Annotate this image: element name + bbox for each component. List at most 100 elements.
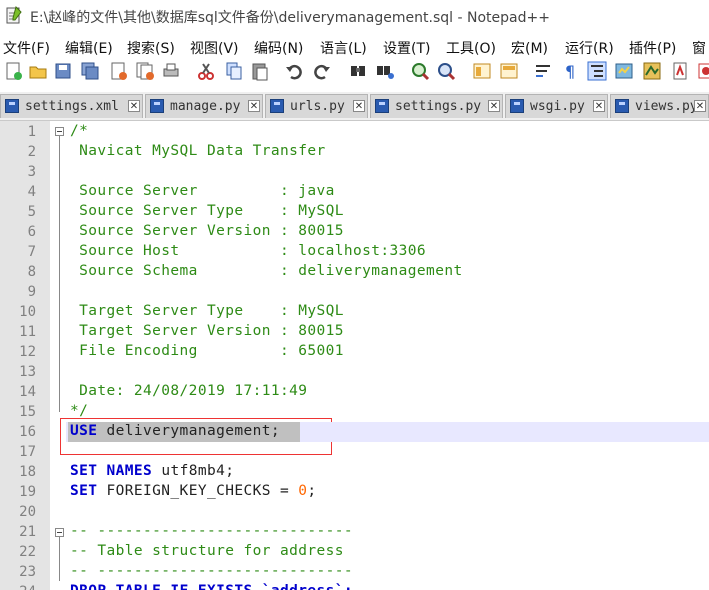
- menu-item-0[interactable]: 文件(F): [3, 38, 50, 58]
- menu-item-3[interactable]: 视图(V): [190, 38, 239, 58]
- toolbar: ¶: [0, 58, 709, 88]
- code-text: SET NAMES utf8mb4;: [70, 463, 234, 479]
- line-number: 10: [19, 304, 36, 320]
- print-icon[interactable]: [161, 61, 181, 81]
- line-number: 17: [19, 444, 36, 460]
- menu-item-5[interactable]: 语言(L): [320, 38, 367, 58]
- sync-horizontal-icon[interactable]: [499, 61, 519, 81]
- code-token: DROP TABLE IF EXISTS `address`;: [70, 583, 353, 590]
- code-line[interactable]: 9: [0, 282, 709, 302]
- indent-guide-icon[interactable]: [587, 61, 607, 81]
- code-token: Navicat MySQL Data Transfer: [70, 143, 326, 159]
- menu-item-2[interactable]: 搜索(S): [127, 38, 175, 58]
- line-number: 15: [19, 404, 36, 420]
- menu-item-9[interactable]: 运行(R): [565, 38, 614, 58]
- cut-icon[interactable]: [196, 61, 216, 81]
- tab-close-icon[interactable]: ✕: [248, 100, 260, 112]
- show-all-chars-icon[interactable]: ¶: [560, 61, 580, 81]
- code-text: Navicat MySQL Data Transfer: [70, 143, 326, 159]
- find-icon[interactable]: [348, 61, 368, 81]
- code-text: -- ----------------------------: [70, 563, 353, 579]
- code-line[interactable]: 5 Source Server Type : MySQL: [0, 202, 709, 222]
- code-line[interactable]: 23 -- ----------------------------: [0, 562, 709, 582]
- new-file-icon[interactable]: [3, 61, 23, 81]
- zoom-out-icon[interactable]: [436, 61, 456, 81]
- save-icon[interactable]: [53, 61, 73, 81]
- replace-icon[interactable]: [375, 61, 395, 81]
- code-line[interactable]: 15 */: [0, 402, 709, 422]
- code-line[interactable]: 16 USE deliverymanagement;: [0, 422, 709, 442]
- doc-map-icon[interactable]: [614, 61, 634, 81]
- tab-5[interactable]: views.py ✕: [610, 94, 709, 118]
- open-file-icon[interactable]: [28, 61, 48, 81]
- tab-label: settings.xml: [25, 99, 119, 114]
- code-line[interactable]: 11 Target Server Version : 80015: [0, 322, 709, 342]
- code-line[interactable]: 18 SET NAMES utf8mb4;: [0, 462, 709, 482]
- save-all-icon[interactable]: [80, 61, 100, 81]
- close-all-icon[interactable]: [135, 61, 155, 81]
- code-token: Source Schema : deliverymanagement: [70, 263, 463, 279]
- fold-collapse-icon[interactable]: [55, 127, 64, 136]
- code-token: USE: [70, 423, 98, 439]
- code-line[interactable]: 1 /*: [0, 122, 709, 142]
- sync-vertical-icon[interactable]: [472, 61, 492, 81]
- code-token: utf8mb4;: [152, 463, 235, 479]
- fold-collapse-icon[interactable]: [55, 528, 64, 537]
- menu-item-11[interactable]: 窗: [692, 38, 706, 58]
- menu-item-10[interactable]: 插件(P): [629, 38, 676, 58]
- close-icon[interactable]: [108, 61, 128, 81]
- code-line[interactable]: 2 Navicat MySQL Data Transfer: [0, 142, 709, 162]
- save-state-icon: [615, 99, 629, 113]
- code-token: FOREIGN_KEY_CHECKS =: [97, 483, 299, 499]
- tab-1[interactable]: manage.py ✕: [145, 94, 263, 118]
- tab-3[interactable]: settings.py ✕: [370, 94, 503, 118]
- menu-item-8[interactable]: 宏(M): [511, 38, 548, 58]
- folder-workspace-icon[interactable]: [670, 61, 690, 81]
- line-number: 6: [27, 224, 36, 240]
- redo-icon[interactable]: [312, 61, 332, 81]
- code-line[interactable]: 19 SET FOREIGN_KEY_CHECKS = 0;: [0, 482, 709, 502]
- tab-close-icon[interactable]: ✕: [353, 100, 365, 112]
- code-line[interactable]: 24 DROP TABLE IF EXISTS `address`;: [0, 582, 709, 590]
- tab-close-icon[interactable]: ✕: [488, 100, 500, 112]
- copy-icon[interactable]: [224, 61, 244, 81]
- tab-0[interactable]: settings.xml ✕: [0, 94, 143, 118]
- code-line[interactable]: 4 Source Server : java: [0, 182, 709, 202]
- code-editor[interactable]: 1 /* 2 Navicat MySQL Data Transfer 3 4 Sourc…: [0, 121, 709, 590]
- code-line[interactable]: 22 -- Table structure for address: [0, 542, 709, 562]
- code-token: SET: [70, 483, 98, 499]
- code-line[interactable]: 10 Target Server Type : MySQL: [0, 302, 709, 322]
- record-macro-icon[interactable]: [696, 61, 709, 81]
- code-line[interactable]: 13: [0, 362, 709, 382]
- menu-item-4[interactable]: 编码(N): [254, 38, 303, 58]
- code-line[interactable]: 8 Source Schema : deliverymanagement: [0, 262, 709, 282]
- title-bar: E:\赵峰的文件\其他\数据库sql文件备份\deliverymanagemen…: [0, 0, 709, 32]
- code-line[interactable]: 3: [0, 162, 709, 182]
- undo-icon[interactable]: [284, 61, 304, 81]
- line-number: 9: [27, 284, 36, 300]
- tab-4[interactable]: wsgi.py ✕: [505, 94, 608, 118]
- tab-close-icon[interactable]: ✕: [694, 100, 706, 112]
- svg-text:¶: ¶: [565, 62, 575, 81]
- zoom-in-icon[interactable]: [410, 61, 430, 81]
- code-line[interactable]: 17: [0, 442, 709, 462]
- code-line[interactable]: 14 Date: 24/08/2019 17:11:49: [0, 382, 709, 402]
- function-list-icon[interactable]: [642, 61, 662, 81]
- menu-item-7[interactable]: 工具(O): [446, 38, 496, 58]
- code-token: /*: [70, 123, 89, 139]
- code-line[interactable]: 7 Source Host : localhost:3306: [0, 242, 709, 262]
- line-number: 12: [19, 344, 36, 360]
- tab-2[interactable]: urls.py ✕: [265, 94, 368, 118]
- paste-icon[interactable]: [250, 61, 270, 81]
- code-line[interactable]: 21 -- ----------------------------: [0, 522, 709, 542]
- code-line[interactable]: 12 File Encoding : 65001: [0, 342, 709, 362]
- menu-item-1[interactable]: 编辑(E): [65, 38, 113, 58]
- tab-close-icon[interactable]: ✕: [128, 100, 140, 112]
- tab-close-icon[interactable]: ✕: [593, 100, 605, 112]
- tab-label: settings.py: [395, 99, 482, 114]
- word-wrap-icon[interactable]: [533, 61, 553, 81]
- code-line[interactable]: 6 Source Server Version : 80015: [0, 222, 709, 242]
- code-line[interactable]: 20: [0, 502, 709, 522]
- menu-item-6[interactable]: 设置(T): [383, 38, 430, 58]
- code-token: Target Server Type : MySQL: [70, 303, 344, 319]
